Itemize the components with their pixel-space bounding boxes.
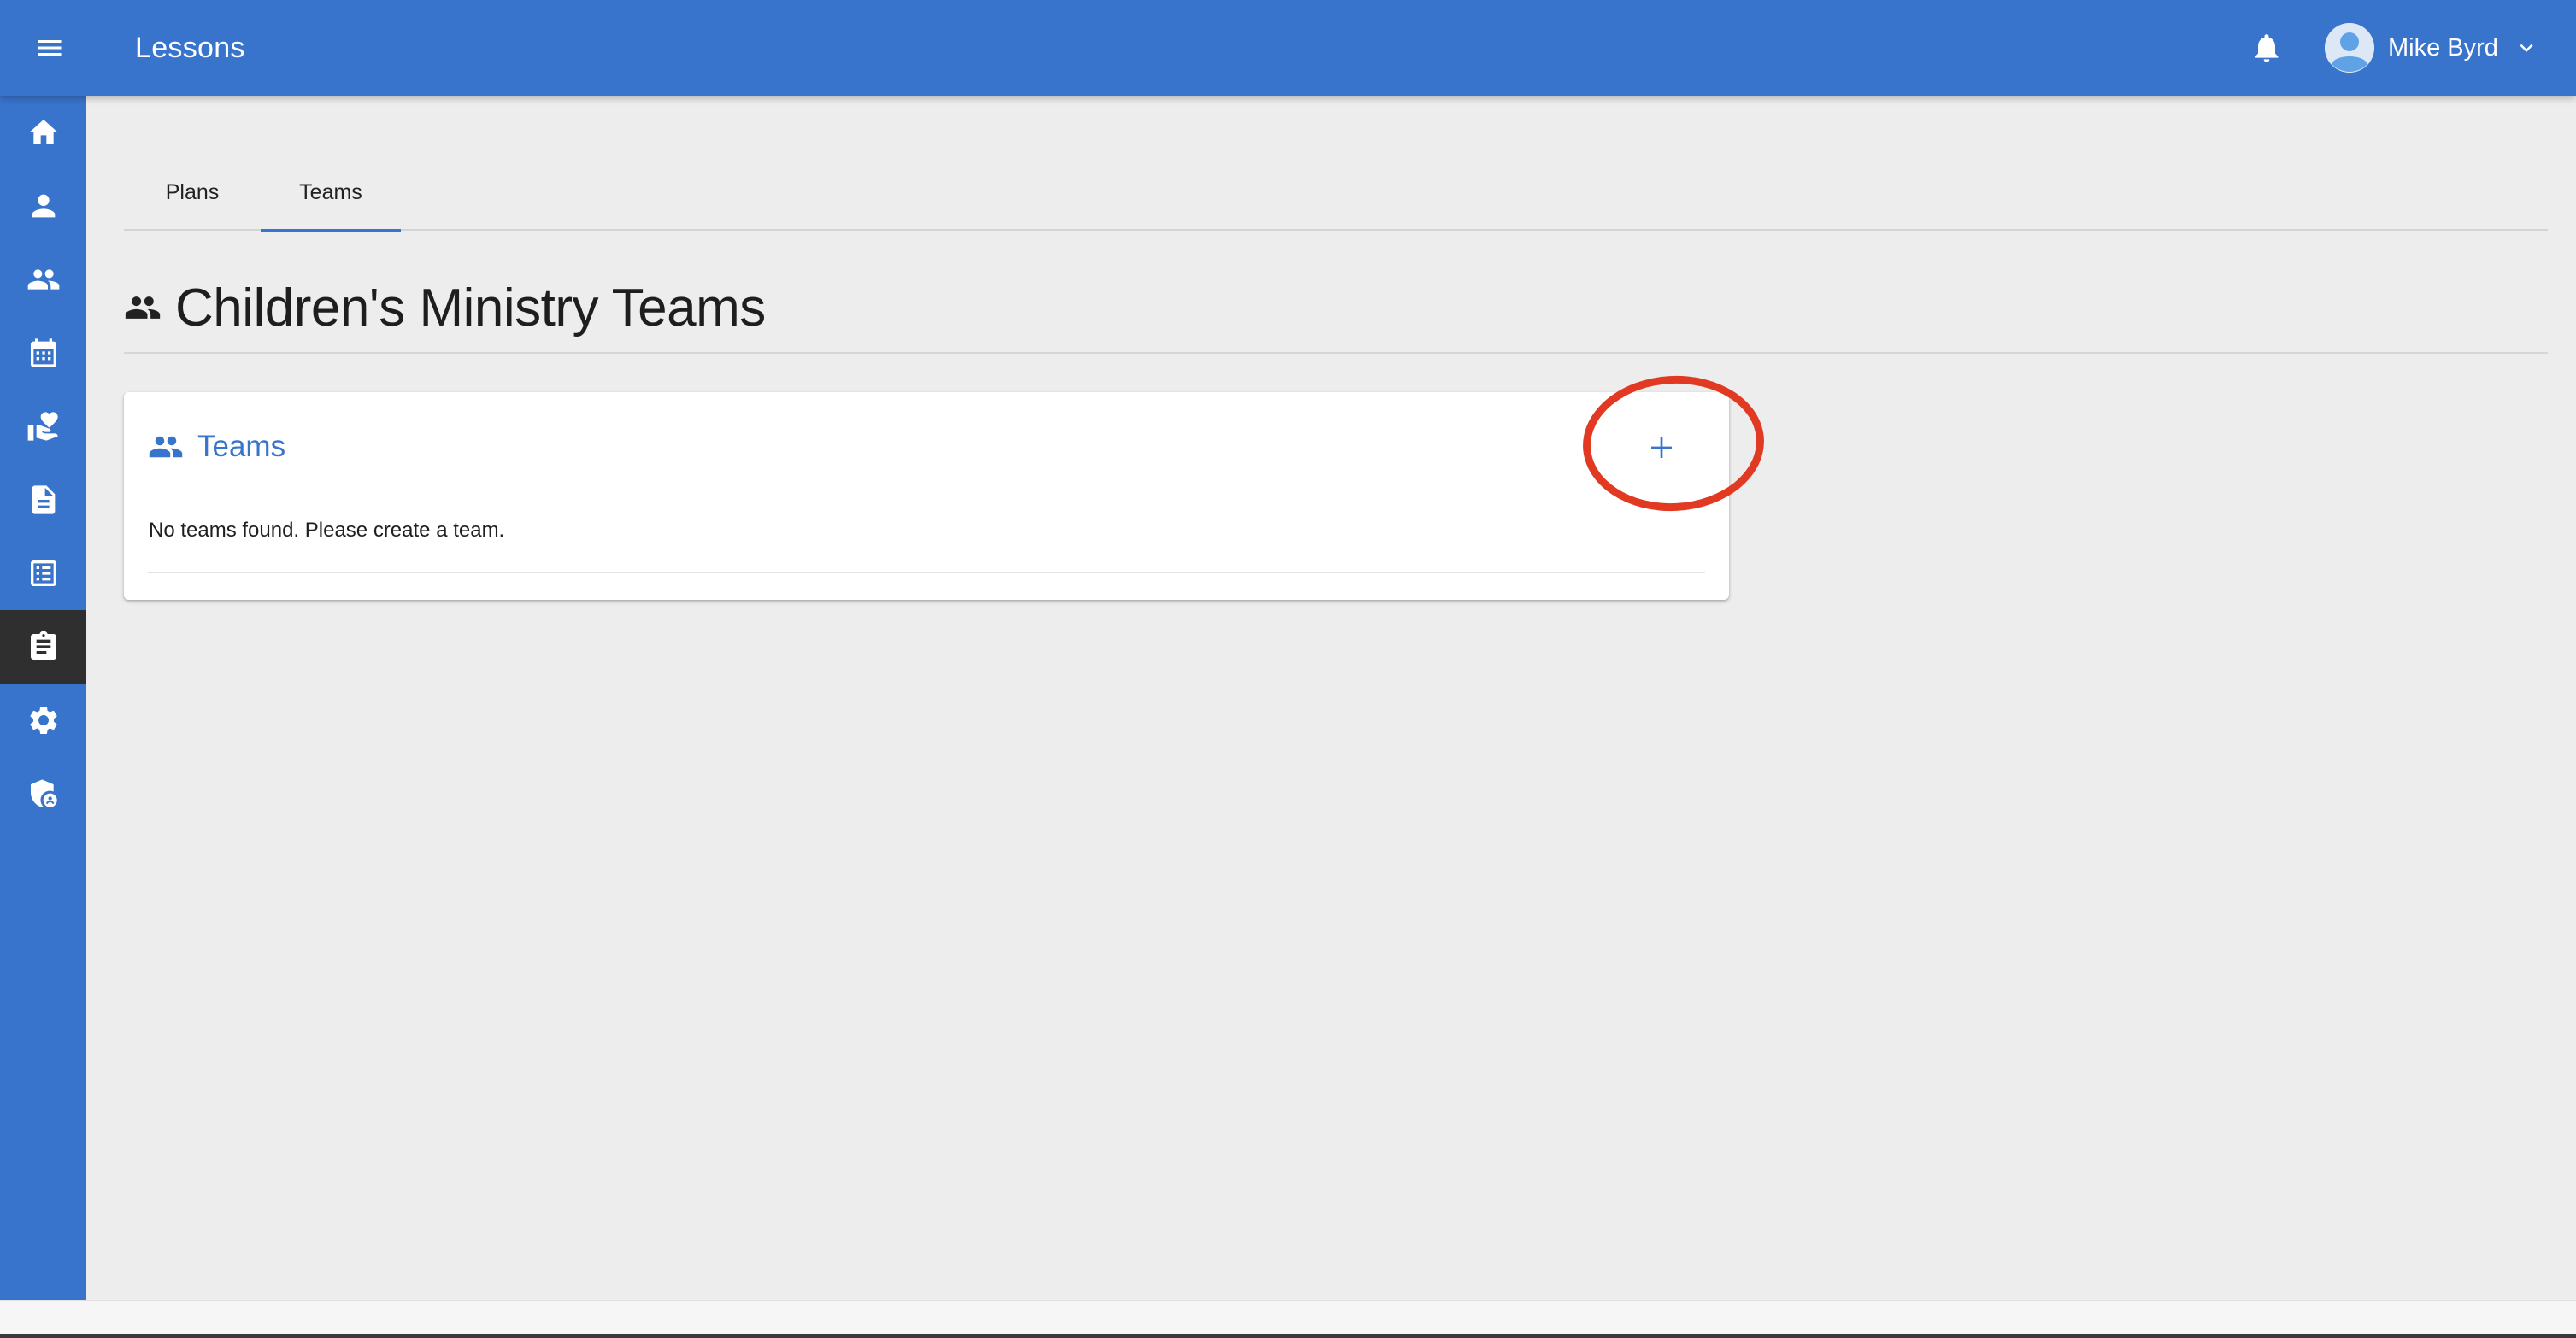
document-icon	[32, 485, 55, 514]
empty-state-message: No teams found. Please create a team.	[149, 519, 505, 542]
app-bar: Lessons Mike Byrd	[0, 0, 2576, 96]
sidebar-item-person[interactable]	[0, 169, 86, 243]
teams-card: Teams No teams found. Please create a te…	[124, 392, 1729, 600]
menu-icon	[38, 40, 62, 56]
page-title: Children's Ministry Teams	[175, 278, 766, 337]
sidebar-item-admin[interactable]	[0, 757, 86, 830]
heading-divider	[124, 352, 2548, 354]
notifications-button[interactable]	[2244, 26, 2289, 70]
people-icon	[125, 296, 161, 319]
tab-plans[interactable]: Plans	[124, 154, 261, 231]
plus-icon	[1651, 437, 1672, 458]
tab-teams[interactable]: Teams	[261, 154, 401, 232]
add-team-button[interactable]	[1640, 426, 1683, 469]
sidebar-item-volunteer[interactable]	[0, 390, 86, 463]
chevron-down-icon[interactable]	[2514, 35, 2539, 61]
calendar-icon	[30, 338, 56, 367]
assignment-icon	[30, 631, 56, 660]
volunteer-icon	[27, 412, 58, 441]
card-title: Teams	[197, 430, 286, 463]
app-title: Lessons	[135, 32, 245, 64]
home-icon	[28, 120, 58, 144]
user-menu[interactable]: Mike Byrd	[2325, 21, 2539, 75]
tab-bar: Plans Teams	[124, 154, 2548, 232]
sidebar-item-calendar[interactable]	[0, 316, 86, 390]
avatar	[2325, 23, 2374, 73]
sidebar-item-people[interactable]	[0, 243, 86, 316]
menu-button[interactable]	[26, 24, 74, 72]
page-heading: Children's Ministry Teams	[124, 265, 766, 350]
bell-icon	[2255, 34, 2279, 62]
user-name: Mike Byrd	[2388, 33, 2498, 62]
bottom-strip	[0, 1300, 2576, 1338]
sidebar	[0, 96, 86, 1300]
sidebar-item-settings[interactable]	[0, 684, 86, 757]
sidebar-item-lessons[interactable]	[0, 610, 86, 684]
sidebar-item-home[interactable]	[0, 96, 86, 169]
list-icon	[30, 560, 56, 586]
people-icon	[27, 269, 59, 290]
card-divider	[148, 572, 1705, 573]
main-content: Plans Teams Children's Ministry Teams Te…	[86, 96, 2576, 1300]
window-bottom-edge	[0, 1334, 2576, 1338]
gear-icon	[29, 707, 57, 734]
card-header: Teams	[148, 425, 285, 469]
sidebar-item-list[interactable]	[0, 537, 86, 610]
sidebar-item-document[interactable]	[0, 463, 86, 537]
admin-shield-icon	[30, 779, 57, 807]
people-icon	[149, 436, 183, 458]
person-icon	[32, 194, 55, 218]
account-circle-icon	[2325, 23, 2374, 73]
